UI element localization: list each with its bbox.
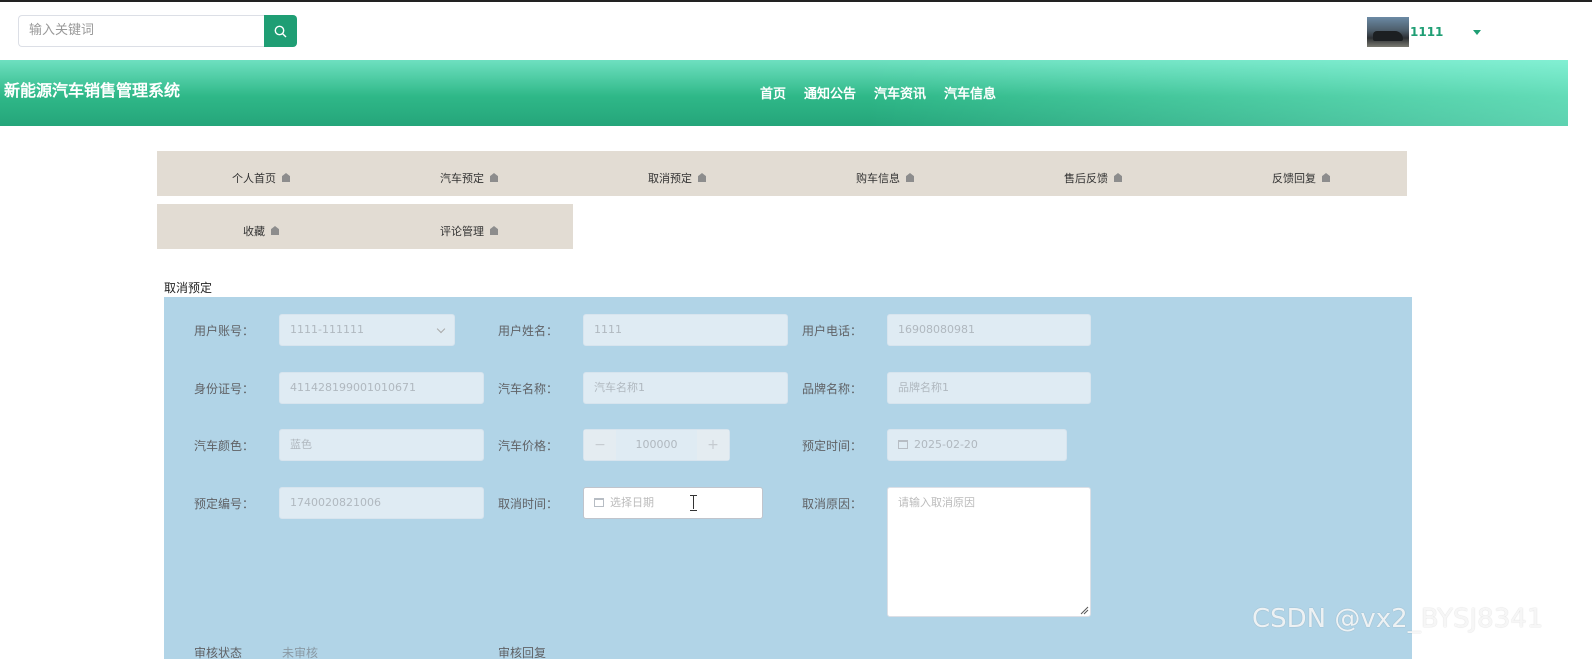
main-nav: 首页 通知公告 汽车资讯 汽车信息 (760, 83, 996, 102)
site-title: 新能源汽车销售管理系统 (4, 81, 181, 100)
nav-notice[interactable]: 通知公告 (804, 83, 856, 102)
menu-item-label: 售后反馈 (1064, 171, 1108, 185)
watermark: CSDN @vx2_BYSJ8341 (1252, 604, 1544, 634)
review-reply-label: 审核回复 (498, 646, 547, 660)
text-cursor-icon (690, 495, 698, 511)
brand-field[interactable]: 品牌名称1 (887, 372, 1091, 404)
color-label: 汽车颜色： (193, 439, 254, 453)
car-field[interactable]: 汽车名称1 (583, 372, 788, 404)
color-field[interactable]: 蓝色 (279, 429, 484, 461)
calendar-icon (594, 498, 604, 507)
name-field[interactable]: 1111 (583, 314, 788, 346)
price-value: 100000 (635, 438, 678, 451)
menu-item-label: 评论管理 (440, 224, 484, 238)
price-stepper[interactable]: − 100000 + (583, 429, 730, 461)
home-icon (282, 173, 290, 182)
menu-item-favorites[interactable]: 收藏 (157, 204, 365, 249)
booktime-field[interactable]: 2025-02-20 (887, 429, 1067, 461)
car-label: 汽车名称： (497, 382, 558, 396)
nav-home[interactable]: 首页 (760, 83, 786, 102)
user-menu-row-1: 个人首页 汽车预定 取消预定 购车信息 售后反馈 反馈回复 (157, 151, 1407, 196)
phone-field[interactable]: 16908080981 (887, 314, 1091, 346)
menu-item-feedback[interactable]: 售后反馈 (989, 151, 1197, 196)
calendar-icon (898, 440, 908, 449)
menu-item-label: 个人首页 (232, 171, 276, 185)
avatar[interactable] (1367, 17, 1409, 47)
user-menu-row-2: 收藏 评论管理 (157, 204, 573, 249)
brand-label: 品牌名称： (801, 382, 862, 396)
chevron-down-icon (436, 324, 446, 334)
home-icon (1322, 173, 1330, 182)
search-button[interactable] (264, 15, 297, 47)
name-label: 用户姓名： (497, 324, 558, 338)
resize-handle-icon[interactable] (1080, 606, 1089, 615)
reason-label: 取消原因： (801, 497, 862, 511)
home-icon (271, 226, 279, 235)
page-title: 取消预定 (164, 281, 213, 295)
bookno-label: 预定编号： (193, 497, 254, 511)
canceltime-picker[interactable]: 选择日期 (583, 487, 763, 519)
menu-item-comments[interactable]: 评论管理 (365, 204, 573, 249)
review-status-label: 审核状态 (194, 646, 243, 660)
review-status-value: 未审核 (282, 646, 319, 660)
canceltime-label: 取消时间： (497, 497, 558, 511)
menu-item-label: 收藏 (243, 224, 265, 238)
cancel-booking-form (164, 297, 1412, 659)
menu-item-label: 汽车预定 (440, 171, 484, 185)
home-icon (490, 226, 498, 235)
phone-label: 用户电话： (801, 324, 862, 338)
menu-item-profile[interactable]: 个人首页 (157, 151, 365, 196)
search-icon (274, 25, 287, 37)
top-bar: 输入关键词 1111 (0, 0, 1592, 60)
price-label: 汽车价格： (497, 439, 558, 453)
bookno-field[interactable]: 1740020821006 (279, 487, 484, 519)
nav-news[interactable]: 汽车资讯 (874, 83, 926, 102)
menu-item-label: 购车信息 (856, 171, 900, 185)
menu-item-label: 反馈回复 (1272, 171, 1316, 185)
menu-item-booking[interactable]: 汽车预定 (365, 151, 573, 196)
booktime-label: 预定时间： (801, 439, 862, 453)
search-input[interactable]: 输入关键词 (18, 15, 265, 47)
menu-item-label: 取消预定 (648, 171, 692, 185)
chevron-down-icon[interactable] (1473, 29, 1482, 35)
menu-item-purchase[interactable]: 购车信息 (781, 151, 989, 196)
menu-item-cancel-booking[interactable]: 取消预定 (573, 151, 781, 196)
account-value: 1111-111111 (290, 323, 364, 336)
id-field[interactable]: 411428199001010671 (279, 372, 484, 404)
account-label: 用户账号： (193, 324, 254, 338)
home-icon (698, 173, 706, 182)
increase-button[interactable]: + (697, 430, 729, 460)
user-name[interactable]: 1111 (1410, 25, 1443, 39)
home-icon (906, 173, 914, 182)
home-icon (1114, 173, 1122, 182)
decrease-button[interactable]: − (584, 430, 616, 460)
booktime-value: 2025-02-20 (914, 438, 978, 451)
canceltime-placeholder: 选择日期 (610, 496, 654, 509)
user-menu[interactable]: 1111 (1367, 17, 1482, 47)
reason-textarea[interactable]: 请输入取消原因 (887, 487, 1091, 617)
header-banner: 新能源汽车销售管理系统 首页 通知公告 汽车资讯 汽车信息 (0, 60, 1568, 126)
menu-item-reply[interactable]: 反馈回复 (1197, 151, 1405, 196)
home-icon (490, 173, 498, 182)
nav-cars[interactable]: 汽车信息 (944, 83, 996, 102)
id-label: 身份证号： (193, 382, 254, 396)
account-select[interactable]: 1111-111111 (279, 314, 455, 346)
